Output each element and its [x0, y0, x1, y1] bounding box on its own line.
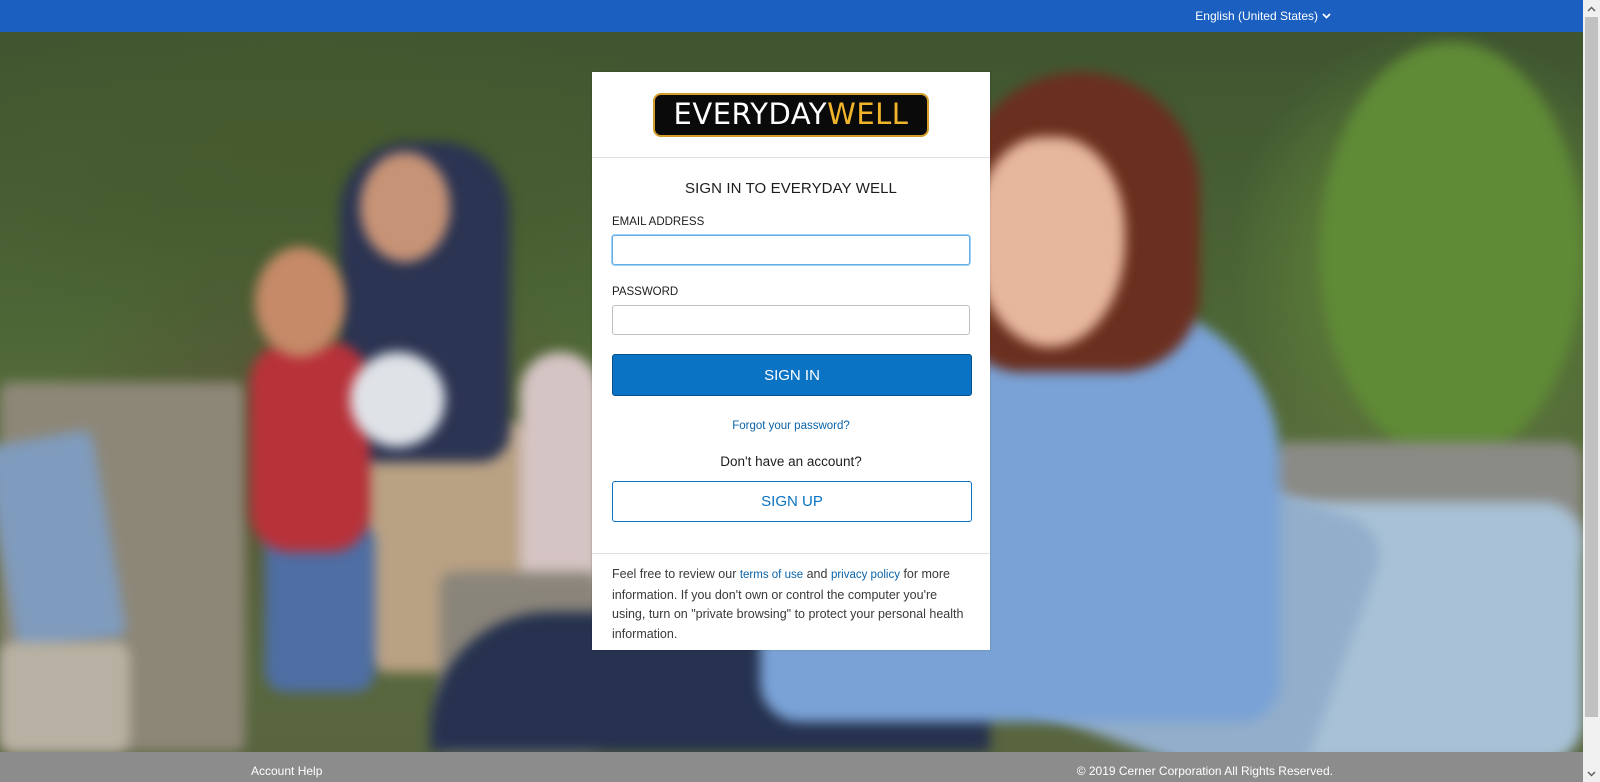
password-label: PASSWORD	[612, 286, 679, 298]
logo-text-everyday: EVERYDAY	[673, 97, 828, 131]
signin-form: EMAIL ADDRESS PASSWORD SIGN IN Forgot yo…	[592, 216, 990, 522]
chevron-down-icon	[1322, 13, 1331, 19]
language-selector[interactable]: English (United States)	[1195, 9, 1331, 23]
account-help-link[interactable]: Account Help	[251, 764, 322, 778]
disclaimer-prefix: Feel free to review our	[612, 567, 740, 581]
language-label: English (United States)	[1195, 9, 1318, 23]
signin-title: SIGN IN TO EVERYDAY WELL	[685, 180, 897, 197]
privacy-disclaimer: Feel free to review our terms of use and…	[592, 553, 990, 644]
man-figure-head	[360, 152, 450, 262]
everyday-well-logo: EVERYDAY WELL	[653, 92, 929, 137]
no-account-text: Don't have an account?	[720, 454, 862, 469]
chair-seat-cushion	[0, 642, 130, 752]
boy-figure-head	[255, 247, 345, 357]
boy-figure	[250, 342, 370, 552]
email-label: EMAIL ADDRESS	[612, 216, 705, 228]
background-shrub	[1320, 42, 1583, 462]
disclaimer-and: and	[803, 567, 831, 581]
forgot-password-link[interactable]: Forgot your password?	[612, 420, 970, 432]
card-header: EVERYDAY WELL	[592, 72, 990, 158]
scroll-up-icon[interactable]	[1583, 0, 1600, 17]
signup-button[interactable]: SIGN UP	[612, 481, 972, 522]
terms-of-use-link[interactable]: terms of use	[740, 569, 803, 581]
woman-figure-face	[975, 137, 1125, 347]
scroll-down-icon[interactable]	[1583, 765, 1600, 782]
page-footer: Account Help © 2019 Cerner Corporation A…	[0, 752, 1583, 782]
copyright-text: © 2019 Cerner Corporation All Rights Res…	[1076, 764, 1333, 778]
signin-button[interactable]: SIGN IN	[612, 354, 972, 396]
logo-text-well: WELL	[827, 97, 909, 131]
email-field[interactable]	[612, 235, 970, 265]
privacy-policy-link[interactable]: privacy policy	[831, 569, 900, 581]
vertical-scrollbar[interactable]	[1583, 0, 1600, 782]
password-field[interactable]	[612, 305, 970, 335]
soccer-ball	[350, 352, 445, 447]
signin-card: EVERYDAY WELL SIGN IN TO EVERYDAY WELL EM…	[592, 72, 990, 650]
top-bar: English (United States)	[0, 0, 1583, 32]
scrollbar-thumb[interactable]	[1585, 17, 1598, 717]
